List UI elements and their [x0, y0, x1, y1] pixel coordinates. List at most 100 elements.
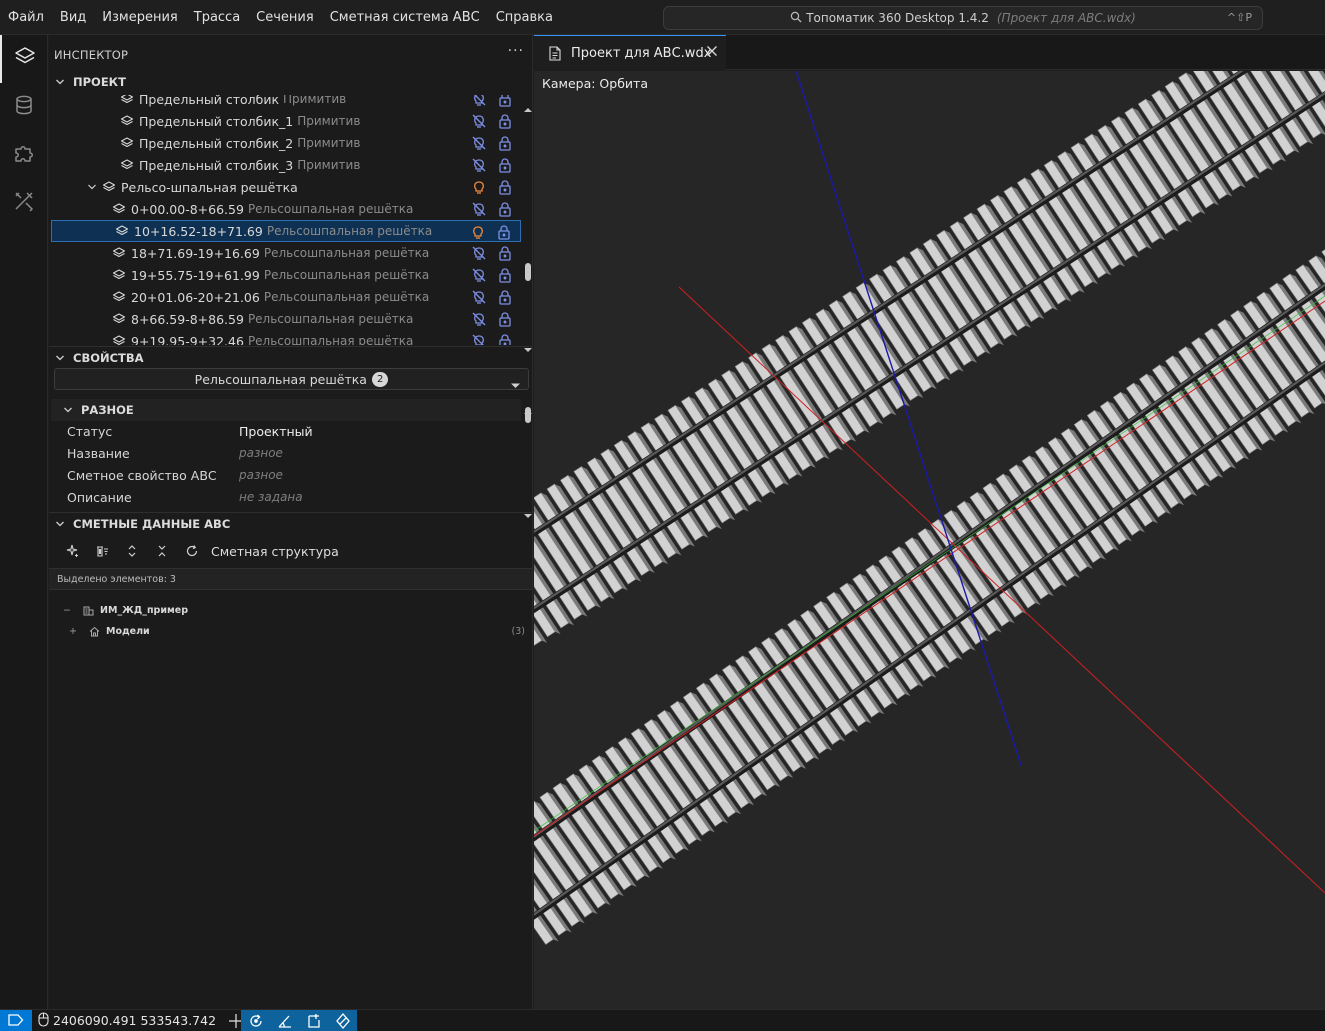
lock-icon[interactable]	[497, 289, 513, 305]
tree-row[interactable]: 0+00.00-8+66.59 Рельсошпальная решётка	[49, 198, 521, 220]
property-row-status[interactable]: Статус Проектный	[67, 420, 517, 442]
track-scene[interactable]	[534, 71, 1325, 1009]
sparkle-icon[interactable]	[57, 539, 87, 563]
lightbulb-off-icon[interactable]	[471, 311, 487, 327]
menu-file[interactable]: Файл	[0, 0, 52, 35]
snap-toolbar	[241, 1010, 357, 1031]
menu-measurements[interactable]: Измерения	[94, 0, 185, 35]
lock-icon[interactable]	[497, 311, 513, 327]
tree-item-type: Рельсошпальная решётка	[266, 224, 433, 238]
activity-database[interactable]	[0, 83, 48, 131]
inspector-panel: ИНСПЕКТОР ··· ПРОЕКТ Предельный столбик П…	[49, 35, 533, 1009]
lock-icon[interactable]	[497, 267, 513, 283]
tree-scroll-up-icon[interactable]	[524, 98, 532, 112]
property-row-name[interactable]: Название разное	[67, 442, 517, 464]
mouse-icon	[38, 1011, 49, 1030]
menu-estimate-system[interactable]: Сметная система АВС	[322, 0, 488, 35]
delete-filter-icon[interactable]	[87, 539, 117, 563]
menu-help[interactable]: Справка	[488, 0, 561, 35]
snap-object-icon[interactable]	[328, 1010, 357, 1031]
tree-scroll-down-icon[interactable]	[524, 338, 532, 352]
estimate-structure-button[interactable]: Сметная структура	[211, 544, 339, 559]
lightbulb-off-icon[interactable]	[471, 333, 487, 345]
lightbulb-off-icon[interactable]	[471, 201, 487, 217]
lock-icon[interactable]	[496, 224, 512, 240]
property-value[interactable]: не задана	[239, 490, 303, 504]
section-properties-label: СВОЙСТВА	[73, 350, 144, 365]
collapse-all-icon[interactable]	[147, 539, 177, 563]
tab-project[interactable]: Проект для АВС.wdx	[534, 35, 726, 70]
section-project[interactable]: ПРОЕКТ	[49, 71, 532, 93]
tree-row[interactable]: 20+01.06-20+21.06 Рельсошпальная решётка	[49, 286, 521, 308]
menu-sections[interactable]: Сечения	[248, 0, 322, 35]
expand-all-icon[interactable]	[117, 539, 147, 563]
tree-row[interactable]: 9+19.95-9+32.46 Рельсошпальная решётка	[49, 330, 521, 345]
activity-extensions[interactable]	[0, 131, 48, 179]
object-type-select[interactable]: Рельсошпальная решётка 2	[54, 368, 529, 390]
snap-rotate-icon[interactable]	[241, 1010, 270, 1031]
database-icon	[12, 93, 36, 121]
lock-icon[interactable]	[497, 157, 513, 173]
lightbulb-off-icon[interactable]	[471, 95, 487, 107]
collapse-toggle[interactable]: −	[63, 605, 77, 616]
lightbulb-off-icon[interactable]	[471, 267, 487, 283]
lightbulb-on-icon[interactable]	[471, 179, 487, 195]
tree-row[interactable]: Рельсо-шпальная решётка	[49, 176, 521, 198]
lock-icon[interactable]	[497, 179, 513, 195]
tree-row[interactable]: Предельный столбик_2 Примитив	[49, 132, 521, 154]
lock-icon[interactable]	[497, 333, 513, 345]
estimate-tree-item[interactable]: + Модели (3)	[69, 622, 525, 640]
lightbulb-off-icon[interactable]	[471, 135, 487, 151]
tree-item-type: Примитив	[297, 114, 361, 128]
property-row-estimate-property[interactable]: Сметное свойство АВС разное	[67, 464, 517, 486]
rail-track-lower	[534, 249, 1325, 945]
property-row-description[interactable]: Описание не задана	[67, 486, 517, 508]
tree-row[interactable]: Предельный столбик_1 Примитив	[49, 110, 521, 132]
lock-icon[interactable]	[497, 95, 513, 107]
tree-row[interactable]: 19+55.75-19+61.99 Рельсошпальная решётка	[49, 264, 521, 286]
activity-tools[interactable]	[0, 179, 48, 227]
tree-row[interactable]: Предельный столбик Примитив	[49, 95, 521, 110]
lock-icon[interactable]	[497, 245, 513, 261]
project-name: (Проект для АВС.wdx)	[996, 11, 1136, 25]
snap-frame-icon[interactable]	[299, 1010, 328, 1031]
tree-row[interactable]: 18+71.69-19+16.69 Рельсошпальная решётка	[49, 242, 521, 264]
property-value[interactable]: разное	[239, 446, 283, 460]
lightbulb-off-icon[interactable]	[471, 157, 487, 173]
property-value[interactable]: разное	[239, 468, 283, 482]
group-misc[interactable]: РАЗНОЕ	[51, 399, 521, 421]
estimate-tree-item[interactable]: − ИМ_ЖД_пример	[63, 601, 188, 619]
snap-angle-icon[interactable]	[270, 1010, 299, 1031]
lightbulb-off-icon[interactable]	[471, 289, 487, 305]
section-estimate-data[interactable]: СМЕТНЫЕ ДАННЫЕ АВС	[49, 512, 532, 534]
refresh-icon[interactable]	[177, 539, 207, 563]
estimate-tree-label: ИМ_ЖД_пример	[100, 604, 189, 616]
3d-viewport[interactable]: Камера: Орбита	[534, 71, 1325, 1009]
tree-row[interactable]: Предельный столбик_3 Примитив	[49, 154, 521, 176]
activity-inspector[interactable]	[0, 35, 48, 83]
menu-view[interactable]: Вид	[52, 0, 94, 35]
lightbulb-off-icon[interactable]	[471, 113, 487, 129]
lightbulb-off-icon[interactable]	[471, 245, 487, 261]
tree-row[interactable]: 10+16.52-18+71.69 Рельсошпальная решётка	[51, 220, 521, 242]
tree-row[interactable]: 8+66.59-8+86.59 Рельсошпальная решётка	[49, 308, 521, 330]
tree-scrollbar-thumb[interactable]	[525, 263, 531, 281]
section-properties[interactable]: СВОЙСТВА	[49, 346, 532, 368]
lightbulb-on-icon[interactable]	[470, 224, 486, 240]
lock-icon[interactable]	[497, 201, 513, 217]
props-scroll-down-icon[interactable]	[524, 504, 532, 518]
lock-icon[interactable]	[497, 113, 513, 129]
lock-icon[interactable]	[497, 135, 513, 151]
close-icon[interactable]	[706, 45, 718, 61]
estimate-tree-label: Модели	[106, 625, 150, 637]
app-title: Топоматик 360 Desktop 1.4.2	[806, 11, 989, 25]
menu-route[interactable]: Трасса	[186, 0, 248, 35]
command-center[interactable]: Топоматик 360 Desktop 1.4.2 (Проект для …	[663, 6, 1263, 30]
property-value[interactable]: Проектный	[239, 424, 313, 439]
props-scroll-up-icon[interactable]	[524, 400, 532, 414]
tree-item-type: Рельсошпальная решётка	[263, 290, 430, 304]
more-actions-icon[interactable]: ···	[508, 43, 524, 59]
chevron-down-icon[interactable]	[87, 182, 101, 192]
expand-toggle[interactable]: +	[69, 626, 83, 637]
remote-indicator[interactable]	[0, 1009, 32, 1031]
